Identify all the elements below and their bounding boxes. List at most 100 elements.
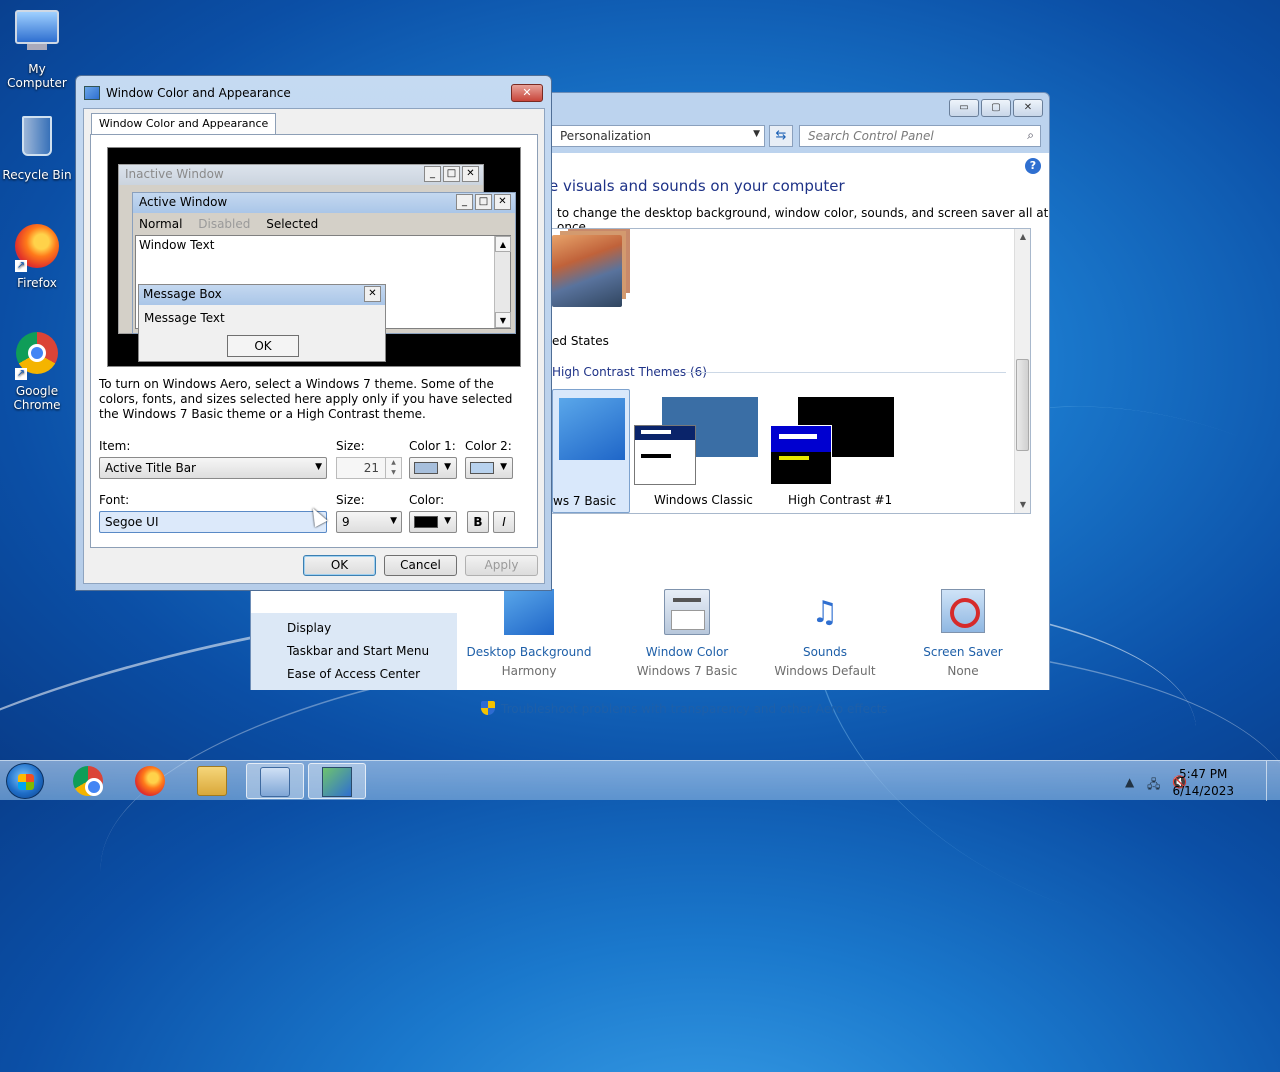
link-display[interactable]: Display xyxy=(287,621,331,635)
show-desktop-button[interactable] xyxy=(1266,761,1280,801)
refresh-button[interactable]: ⇆ xyxy=(769,125,793,147)
taskbar-control-panel[interactable] xyxy=(246,763,304,799)
sounds-option[interactable]: ♫ Sounds Windows Default xyxy=(755,589,895,678)
desktop-icon-label: Recycle Bin xyxy=(2,168,72,182)
start-button[interactable] xyxy=(6,763,44,799)
network-icon[interactable]: 🖧 xyxy=(1147,775,1160,796)
troubleshoot-link[interactable]: Troubleshoot problems with transparency … xyxy=(481,701,888,716)
message-text: Message Text xyxy=(144,311,225,325)
font-size-select[interactable]: 9 ▼ xyxy=(336,511,402,533)
chevron-down-icon[interactable]: ▼ xyxy=(753,129,760,139)
ok-button[interactable]: OK xyxy=(303,555,376,576)
search-input[interactable]: Search Control Panel ⌕ xyxy=(799,125,1041,147)
option-link[interactable]: Desktop Background xyxy=(459,645,599,659)
link-taskbar-start-menu[interactable]: Taskbar and Start Menu xyxy=(287,644,429,658)
troubleshoot-text: Troubleshoot problems with transparency … xyxy=(501,702,888,716)
bold-button[interactable]: B xyxy=(467,511,489,533)
desktop-background-option[interactable]: Desktop Background Harmony xyxy=(459,589,599,678)
page-title: e visuals and sounds on your computer xyxy=(549,177,845,195)
scrollbar[interactable]: ▲ ▼ xyxy=(494,236,511,328)
search-icon[interactable]: ⌕ xyxy=(1027,128,1034,143)
color-swatch xyxy=(414,516,438,528)
color2-picker[interactable]: ▼ xyxy=(465,457,513,479)
scroll-down-icon[interactable]: ▼ xyxy=(1015,497,1031,513)
chrome-icon xyxy=(73,766,103,796)
desktop-icon-firefox[interactable]: ↗ Firefox xyxy=(0,224,74,290)
tab-window-color-appearance[interactable]: Window Color and Appearance xyxy=(91,113,277,135)
address-text: Personalization xyxy=(560,129,651,143)
theme-name[interactable]: High Contrast #1 xyxy=(788,493,892,507)
appearance-preview[interactable]: Inactive Window _ □ ✕ Active Window _ □ ✕ No… xyxy=(107,147,521,367)
address-bar[interactable]: Personalization ▼ xyxy=(551,125,765,147)
screen-saver-option[interactable]: Screen Saver None xyxy=(893,589,1033,678)
minimize-icon: _ xyxy=(424,166,441,182)
theme-thumbnail[interactable] xyxy=(770,425,832,485)
minimize-button[interactable]: ▭ xyxy=(949,99,979,117)
active-window-title: Active Window xyxy=(139,195,228,209)
search-placeholder: Search Control Panel xyxy=(808,129,934,143)
desktop-icon-recycle-bin[interactable]: Recycle Bin xyxy=(0,116,74,182)
color-swatch xyxy=(470,462,494,474)
theme-thumbnail[interactable] xyxy=(552,235,622,307)
clock-time: 5:47 PM xyxy=(1179,767,1228,781)
item-select[interactable]: Active Title Bar ▼ xyxy=(99,457,327,479)
taskbar-explorer[interactable] xyxy=(184,763,242,799)
shortcut-arrow-icon: ↗ xyxy=(15,260,27,272)
scrollbar[interactable]: ▲ ▼ xyxy=(1014,229,1030,513)
firefox-icon xyxy=(135,766,165,796)
font-value: Segoe UI xyxy=(105,515,159,529)
firefox-icon: ↗ xyxy=(13,224,61,272)
show-hidden-icons-icon[interactable]: ▲ xyxy=(1125,775,1134,789)
close-icon: ✕ xyxy=(364,286,381,302)
shield-icon xyxy=(481,701,495,715)
theme-name[interactable]: Windows Classic xyxy=(654,493,753,507)
maximize-button[interactable]: ▢ xyxy=(981,99,1011,117)
scrollbar-thumb[interactable] xyxy=(1016,359,1029,451)
menu-disabled[interactable]: Disabled xyxy=(198,217,250,231)
taskbar-window-color[interactable] xyxy=(308,763,366,799)
option-link[interactable]: Sounds xyxy=(755,645,895,659)
cancel-button[interactable]: Cancel xyxy=(384,555,457,576)
option-link[interactable]: Screen Saver xyxy=(893,645,1033,659)
desktop-icon-chrome[interactable]: ↗ Google Chrome xyxy=(0,332,74,412)
theme-list[interactable]: ed States High Contrast Themes (6) ws 7 … xyxy=(551,228,1031,514)
tab-panel: Inactive Window _ □ ✕ Active Window _ □ ✕ No… xyxy=(90,134,538,548)
refresh-icon: ⇆ xyxy=(775,128,787,143)
chevron-down-icon: ▼ xyxy=(315,462,322,472)
stepper-arrows-icon[interactable]: ▲ ▼ xyxy=(385,458,401,478)
clock-date: 6/14/2023 xyxy=(1172,784,1234,798)
close-button[interactable]: ✕ xyxy=(1013,99,1043,117)
desktop-icon-my-computer[interactable]: My Computer xyxy=(0,10,74,90)
preview-message-box[interactable]: Message Box ✕ Message Text OK xyxy=(138,284,386,362)
taskbar-chrome[interactable] xyxy=(60,763,118,799)
window-color-option[interactable]: Window Color Windows 7 Basic xyxy=(617,589,757,678)
theme-thumbnail[interactable] xyxy=(634,425,696,485)
close-button[interactable]: ✕ xyxy=(511,84,543,102)
scroll-up-icon[interactable]: ▲ xyxy=(1015,229,1031,245)
preview-ok-button[interactable]: OK xyxy=(227,335,299,357)
option-value: None xyxy=(947,664,979,678)
font-label: Font: xyxy=(99,493,130,507)
font-color-picker[interactable]: ▼ xyxy=(409,511,457,533)
theme-name[interactable]: ed States xyxy=(552,334,609,348)
link-ease-of-access[interactable]: Ease of Access Center xyxy=(287,667,420,681)
scroll-down-icon[interactable]: ▼ xyxy=(495,312,511,328)
clock[interactable]: 5:47 PM 6/14/2023 xyxy=(1172,767,1234,798)
size-stepper[interactable]: 21 ▲ ▼ xyxy=(336,457,402,479)
apply-button[interactable]: Apply xyxy=(465,555,538,576)
chevron-down-icon: ▼ xyxy=(500,462,507,472)
theme-item-windows-7-basic[interactable]: ws 7 Basic xyxy=(552,389,630,513)
italic-button[interactable]: I xyxy=(493,511,515,533)
close-icon: ✕ xyxy=(494,194,511,210)
message-box-title: Message Box xyxy=(143,287,222,301)
chrome-icon: ↗ xyxy=(13,332,61,380)
option-link[interactable]: Window Color xyxy=(617,645,757,659)
menu-selected[interactable]: Selected xyxy=(266,217,318,231)
color1-picker[interactable]: ▼ xyxy=(409,457,457,479)
scroll-up-icon[interactable]: ▲ xyxy=(495,236,511,252)
taskbar-firefox[interactable] xyxy=(122,763,180,799)
menu-normal[interactable]: Normal xyxy=(139,217,182,231)
maximize-icon: □ xyxy=(443,166,460,182)
font-select[interactable]: Segoe UI ▼ xyxy=(99,511,327,533)
help-icon[interactable]: ? xyxy=(1025,158,1041,174)
